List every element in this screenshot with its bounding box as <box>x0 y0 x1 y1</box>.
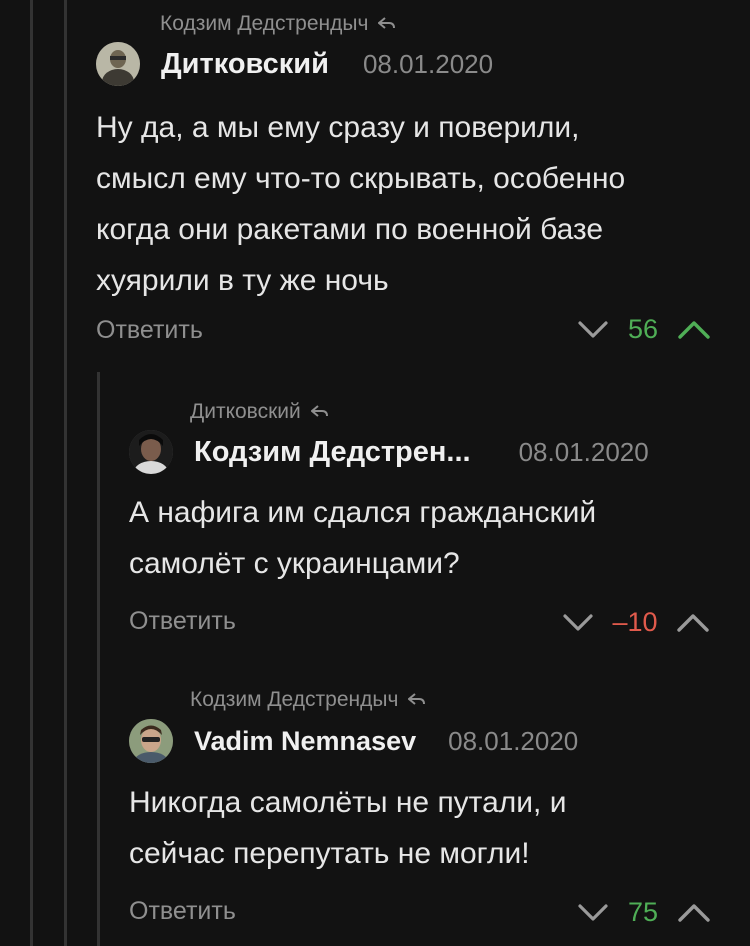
reply-button[interactable]: Ответить <box>96 316 203 345</box>
vote-controls: –10 <box>563 607 709 638</box>
reply-to-name: Кодзим Дедстрендыч <box>160 12 369 35</box>
reply-to-name: Кодзим Дедстрендыч <box>190 688 399 711</box>
reply-to-indicator[interactable]: Кодзим Дедстрендыч <box>160 12 396 36</box>
downvote-chevron-icon[interactable] <box>578 320 608 340</box>
comment-text-line: Никогда самолёты не путали, и <box>129 786 567 819</box>
upvote-chevron-icon[interactable] <box>677 613 709 633</box>
comment-text: А нафига им сдался гражданский самолёт с… <box>129 487 596 589</box>
comment-text-line: Ну да, а мы ему сразу и поверили, <box>96 111 580 144</box>
comment: Дитковский Кодзим Дедстрен... 08.01.2020… <box>0 390 750 650</box>
comment-text-line: когда они ракетами по военной базе <box>96 213 604 246</box>
comment-header: Кодзим Дедстрен... 08.01.2020 <box>129 430 649 474</box>
avatar[interactable] <box>96 42 140 86</box>
comment-date: 08.01.2020 <box>448 725 579 756</box>
comment-text-line: самолёт с украинцами? <box>129 547 460 580</box>
comment-header: Дитковский 08.01.2020 <box>96 42 493 86</box>
vote-controls: 75 <box>578 897 710 928</box>
upvote-chevron-icon[interactable] <box>678 903 710 923</box>
comment: Кодзим Дедстрендыч Дитковский 08.01.2020… <box>0 0 750 360</box>
avatar[interactable] <box>129 719 173 763</box>
reply-button[interactable]: Ответить <box>129 607 236 636</box>
author-name[interactable]: Vadim Nemnasev <box>194 726 416 757</box>
vote-controls: 56 <box>578 314 710 345</box>
comment-date: 08.01.2020 <box>518 436 649 467</box>
comment-text-line: хуярили в ту же ночь <box>96 264 389 297</box>
comment-header: Vadim Nemnasev 08.01.2020 <box>129 719 578 763</box>
rating-value: 56 <box>627 314 659 344</box>
avatar[interactable] <box>129 430 173 474</box>
comment-date: 08.01.2020 <box>362 48 494 79</box>
rating-value: –10 <box>612 607 658 637</box>
reply-to-indicator[interactable]: Кодзим Дедстрендыч <box>190 688 426 712</box>
upvote-chevron-icon[interactable] <box>678 320 710 340</box>
reply-to-indicator[interactable]: Дитковский <box>190 400 329 424</box>
reply-arrow-icon <box>378 17 396 31</box>
rating-value: 75 <box>627 897 659 927</box>
reply-button[interactable]: Ответить <box>129 897 236 926</box>
author-name[interactable]: Дитковский <box>161 48 329 81</box>
comment-text-line: смысл ему что-то скрывать, особенно <box>96 162 626 195</box>
author-name[interactable]: Кодзим Дедстрен... <box>194 436 471 469</box>
reply-to-name: Дитковский <box>190 400 301 423</box>
downvote-chevron-icon[interactable] <box>578 903 608 923</box>
downvote-chevron-icon[interactable] <box>563 613 593 633</box>
comment: Кодзим Дедстрендыч Vadim Nemnasev 08.01.… <box>0 676 750 946</box>
reply-arrow-icon <box>408 693 426 707</box>
reply-arrow-icon <box>310 405 329 419</box>
comment-text-line: сейчас перепутать не могли! <box>129 837 530 870</box>
comment-text: Никогда самолёты не путали, и сейчас пер… <box>129 777 566 879</box>
comment-text: Ну да, а мы ему сразу и поверили, смысл … <box>96 102 625 306</box>
comment-text-line: А нафига им сдался гражданский <box>129 496 597 529</box>
